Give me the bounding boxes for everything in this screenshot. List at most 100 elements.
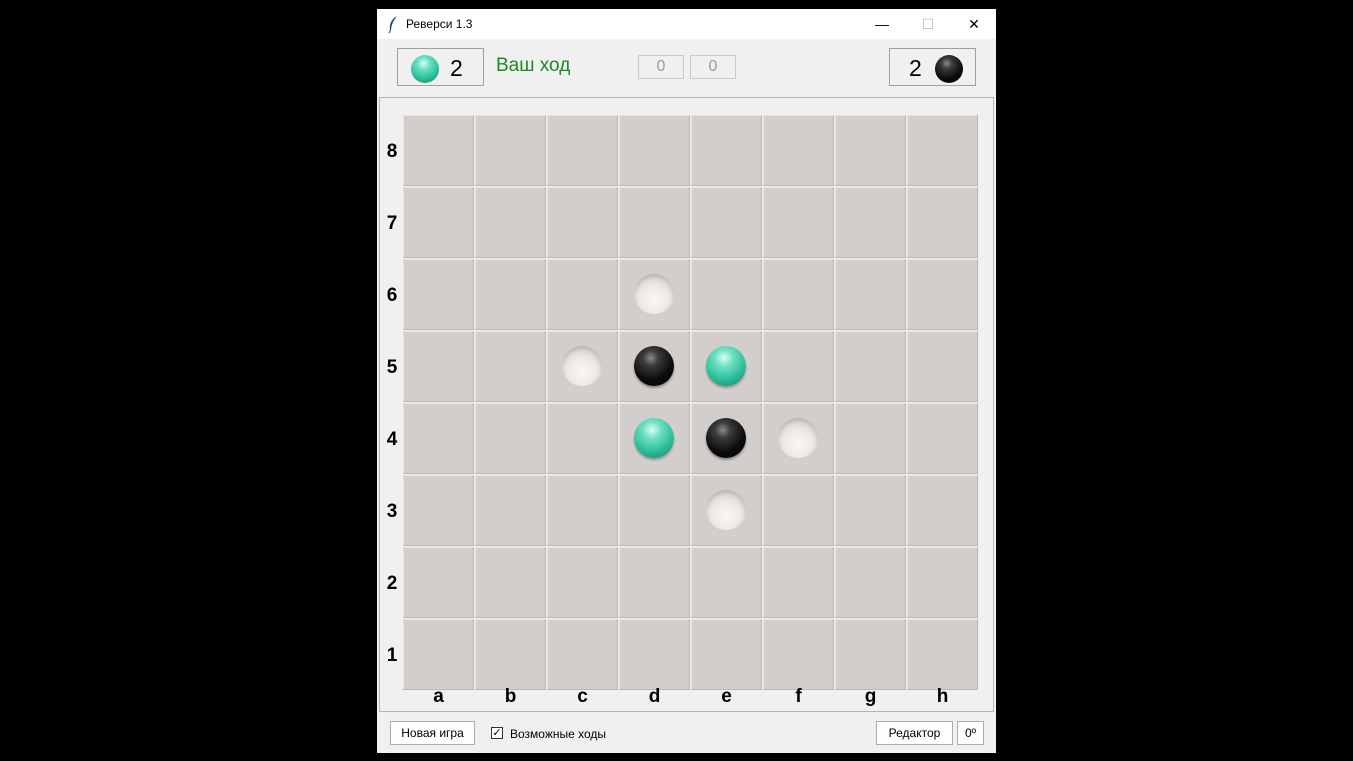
board-cell-g8[interactable] [835, 115, 906, 186]
board-cell-e8[interactable] [691, 115, 762, 186]
board-cell-a2[interactable] [403, 547, 474, 618]
counter-right: 0 [690, 55, 736, 79]
board-cell-a3[interactable] [403, 475, 474, 546]
possible-move-marker[interactable] [706, 490, 746, 530]
teal-disc-icon [411, 55, 439, 83]
board-cell-c3[interactable] [547, 475, 618, 546]
file-label-c: c [577, 686, 588, 707]
possible-move-marker[interactable] [778, 418, 818, 458]
board-cell-e4[interactable] [691, 403, 762, 474]
board-cell-b1[interactable] [475, 619, 546, 690]
board-cell-e7[interactable] [691, 187, 762, 258]
rank-label-8: 8 [386, 141, 398, 162]
rank-label-5: 5 [386, 357, 398, 378]
board-cell-f4[interactable] [763, 403, 834, 474]
board-cell-e1[interactable] [691, 619, 762, 690]
board-cell-g1[interactable] [835, 619, 906, 690]
board-cell-c1[interactable] [547, 619, 618, 690]
board-cell-f5[interactable] [763, 331, 834, 402]
board-cell-b2[interactable] [475, 547, 546, 618]
board-cell-g6[interactable] [835, 259, 906, 330]
rank-label-1: 1 [386, 645, 398, 666]
opponent-score-box: 2 [889, 48, 976, 86]
title-bar: Реверси 1.3 — ☐ ✕ [377, 9, 996, 39]
board-cell-a5[interactable] [403, 331, 474, 402]
possible-moves-checkbox[interactable]: ✓ [491, 727, 503, 739]
board-cell-f2[interactable] [763, 547, 834, 618]
board-cell-d2[interactable] [619, 547, 690, 618]
editor-button[interactable]: Редактор [876, 721, 953, 745]
board-cell-d6[interactable] [619, 259, 690, 330]
rank-label-2: 2 [386, 573, 398, 594]
feather-icon [388, 16, 397, 33]
board-cell-b5[interactable] [475, 331, 546, 402]
rotation-button[interactable]: 0º [957, 721, 984, 745]
possible-move-marker[interactable] [634, 274, 674, 314]
board-cell-a1[interactable] [403, 619, 474, 690]
board-cell-g5[interactable] [835, 331, 906, 402]
board-cell-a7[interactable] [403, 187, 474, 258]
board-cell-h1[interactable] [907, 619, 978, 690]
new-game-button[interactable]: Новая игра [390, 721, 475, 745]
board-cell-f3[interactable] [763, 475, 834, 546]
black-disc-icon [935, 55, 963, 83]
board-cell-c5[interactable] [547, 331, 618, 402]
board-cell-h8[interactable] [907, 115, 978, 186]
board-cell-h6[interactable] [907, 259, 978, 330]
board-cell-d5[interactable] [619, 331, 690, 402]
teal-piece [706, 346, 746, 386]
board-cell-g2[interactable] [835, 547, 906, 618]
board-cell-d3[interactable] [619, 475, 690, 546]
file-label-d: d [648, 686, 661, 707]
counter-left: 0 [638, 55, 684, 79]
board-cell-e3[interactable] [691, 475, 762, 546]
board-cell-c8[interactable] [547, 115, 618, 186]
board-cell-h3[interactable] [907, 475, 978, 546]
board-cell-b3[interactable] [475, 475, 546, 546]
board-cell-d4[interactable] [619, 403, 690, 474]
board-cell-b8[interactable] [475, 115, 546, 186]
board-cell-d7[interactable] [619, 187, 690, 258]
file-label-a: a [433, 686, 444, 707]
board-cell-f8[interactable] [763, 115, 834, 186]
close-button[interactable]: ✕ [951, 9, 997, 39]
board-cell-g4[interactable] [835, 403, 906, 474]
board-cell-b6[interactable] [475, 259, 546, 330]
board-cell-c4[interactable] [547, 403, 618, 474]
possible-move-marker[interactable] [562, 346, 602, 386]
board-cell-e2[interactable] [691, 547, 762, 618]
board-cell-f1[interactable] [763, 619, 834, 690]
board-cell-g3[interactable] [835, 475, 906, 546]
board-cell-h2[interactable] [907, 547, 978, 618]
board-cell-h7[interactable] [907, 187, 978, 258]
opponent-score: 2 [909, 55, 922, 81]
file-label-e: e [721, 686, 732, 707]
board-cell-c2[interactable] [547, 547, 618, 618]
board-cell-h4[interactable] [907, 403, 978, 474]
file-label-f: f [795, 686, 802, 707]
board-cell-b4[interactable] [475, 403, 546, 474]
black-piece [706, 418, 746, 458]
board-cell-a6[interactable] [403, 259, 474, 330]
board-cell-b7[interactable] [475, 187, 546, 258]
board-cell-c6[interactable] [547, 259, 618, 330]
board-cell-d8[interactable] [619, 115, 690, 186]
rank-label-3: 3 [386, 501, 398, 522]
maximize-button[interactable]: ☐ [905, 9, 951, 39]
minimize-button[interactable]: — [859, 9, 905, 39]
rank-label-6: 6 [386, 285, 398, 306]
board-cell-a4[interactable] [403, 403, 474, 474]
board-cell-e6[interactable] [691, 259, 762, 330]
board-cell-d1[interactable] [619, 619, 690, 690]
board-cell-h5[interactable] [907, 331, 978, 402]
black-piece [634, 346, 674, 386]
board-cell-f7[interactable] [763, 187, 834, 258]
board-cell-g7[interactable] [835, 187, 906, 258]
board-cell-f6[interactable] [763, 259, 834, 330]
teal-piece [634, 418, 674, 458]
board-cell-a8[interactable] [403, 115, 474, 186]
window-title: Реверси 1.3 [406, 17, 473, 31]
file-label-h: h [936, 686, 949, 707]
board-cell-c7[interactable] [547, 187, 618, 258]
board-cell-e5[interactable] [691, 331, 762, 402]
